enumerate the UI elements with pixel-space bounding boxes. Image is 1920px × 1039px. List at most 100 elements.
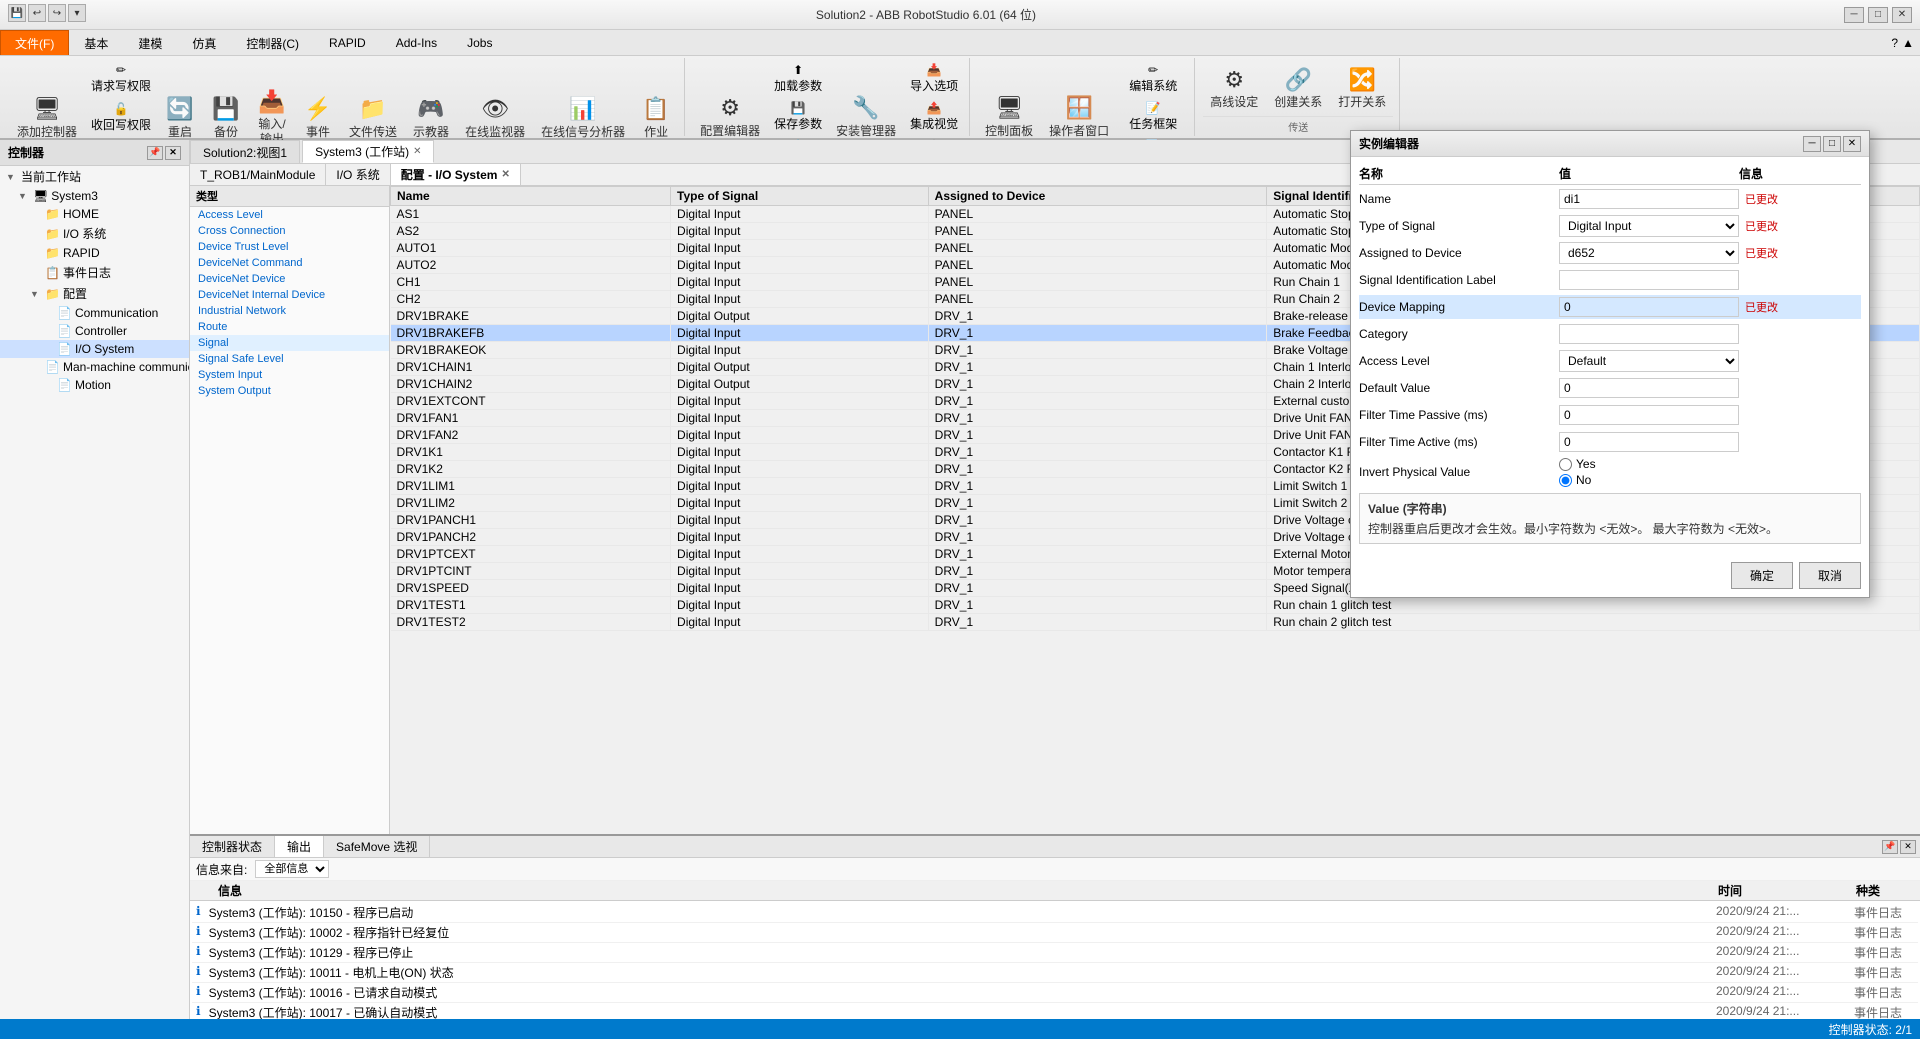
tab-rapid[interactable]: RAPID [314, 30, 381, 55]
dialog-minimize-btn[interactable]: ─ [1803, 136, 1821, 152]
dialog-close-btn[interactable]: ✕ [1843, 136, 1861, 152]
type-signal[interactable]: Signal [190, 335, 389, 351]
tree-home[interactable]: 📁 HOME [0, 205, 189, 223]
monitor-btn[interactable]: 👁 在线监视器 [458, 92, 532, 143]
cancel-button[interactable]: 取消 [1799, 562, 1861, 589]
field-name-input[interactable] [1559, 189, 1739, 209]
undo-quick-btn[interactable]: ↩ [28, 4, 46, 22]
tab-file[interactable]: 文件(F) [0, 30, 69, 55]
ribbon-help[interactable]: ? [1891, 36, 1898, 50]
task-frame-btn[interactable]: 📝 任务框架 [1118, 98, 1188, 135]
type-device-trust-level[interactable]: Device Trust Level [190, 239, 389, 255]
tree-controller[interactable]: 📄 Controller [0, 322, 189, 340]
edit-system-btn[interactable]: ✏ 编辑系统 [1118, 60, 1188, 97]
maximize-btn[interactable]: □ [1868, 7, 1888, 23]
bottom-panel-pin[interactable]: 📌 [1882, 840, 1898, 854]
type-system-input[interactable]: System Input [190, 367, 389, 383]
tree-current-station[interactable]: ▼ 当前工作站 [0, 166, 189, 187]
invert-yes-radio[interactable] [1559, 458, 1572, 471]
sidebar-close-btn[interactable]: ✕ [165, 146, 181, 160]
install-manager-btn[interactable]: 🔧 安装管理器 [829, 91, 903, 142]
sidebar-pin-btn[interactable]: 📌 [147, 146, 163, 160]
tree-man-machine[interactable]: 📄 Man-machine communic [0, 358, 189, 376]
redo-quick-btn[interactable]: ↪ [48, 4, 66, 22]
tree-rapid[interactable]: 📁 RAPID [0, 244, 189, 262]
tree-io-system-config[interactable]: 📄 I/O System [0, 340, 189, 358]
tree-motion[interactable]: 📄 Motion [0, 376, 189, 394]
type-devicenet-command[interactable]: DeviceNet Command [190, 255, 389, 271]
close-btn[interactable]: ✕ [1892, 7, 1912, 23]
dialog-restore-btn[interactable]: □ [1823, 136, 1841, 152]
type-devicenet-internal[interactable]: DeviceNet Internal Device [190, 287, 389, 303]
subtab-io[interactable]: I/O 系统 [326, 164, 390, 185]
tab-solution2-view[interactable]: Solution2:视图1 [190, 140, 300, 163]
bottom-tab-output[interactable]: 输出 [275, 836, 324, 857]
teach-btn[interactable]: 🎮 示教器 [406, 92, 456, 143]
tab-jobs[interactable]: Jobs [452, 30, 507, 55]
type-signal-safe-level[interactable]: Signal Safe Level [190, 351, 389, 367]
save-params-btn[interactable]: 💾 保存参数 [769, 98, 827, 135]
tree-communication[interactable]: 📄 Communication [0, 304, 189, 322]
tab-system3[interactable]: System3 (工作站) ✕ [302, 140, 434, 163]
invert-no-radio[interactable] [1559, 474, 1572, 487]
backup-btn[interactable]: 💾 备份 [204, 92, 248, 143]
tree-config[interactable]: ▼ 📁 配置 [0, 283, 189, 304]
tab-close-icon[interactable]: ✕ [413, 146, 421, 157]
type-cross-connection[interactable]: Cross Connection [190, 223, 389, 239]
tab-simulate[interactable]: 仿真 [177, 30, 231, 55]
request-write-btn[interactable]: ✏ 请求写权限 [86, 60, 156, 97]
signal-analyzer-btn[interactable]: 📊 在线信号分析器 [534, 92, 632, 143]
log-item[interactable]: ℹSystem3 (工作站): 10150 - 程序已启动2020/9/24 2… [192, 903, 1918, 923]
type-devicenet-device[interactable]: DeviceNet Device [190, 271, 389, 287]
create-relation-btn[interactable]: 🔗 创建关系 [1267, 63, 1329, 114]
config-editor-btn[interactable]: ⚙ 配置编辑器 [693, 91, 767, 142]
filter-select[interactable]: 全部信息 [255, 860, 329, 878]
log-item[interactable]: ℹSystem3 (工作站): 10017 - 已确认自动模式2020/9/24… [192, 1003, 1918, 1019]
ok-button[interactable]: 确定 [1731, 562, 1793, 589]
table-row[interactable]: DRV1TEST1Digital InputDRV_1Run chain 1 g… [391, 597, 1920, 614]
operator-window-btn[interactable]: 🪟 操作者窗口 [1042, 91, 1116, 142]
tree-event-log[interactable]: 📋 事件日志 [0, 262, 189, 283]
import-options-btn[interactable]: 📥 导入选项 [905, 60, 963, 97]
integrate-vision-btn[interactable]: 📤 集成视觉 [905, 98, 963, 135]
tree-io-system[interactable]: 📁 I/O 系统 [0, 223, 189, 244]
bottom-panel-close[interactable]: ✕ [1900, 840, 1916, 854]
event-btn[interactable]: ⚡ 事件 [296, 92, 340, 143]
tab-addins[interactable]: Add-Ins [381, 30, 452, 55]
ribbon-minimize[interactable]: ▲ [1902, 36, 1914, 50]
tab-basic[interactable]: 基本 [69, 30, 123, 55]
subtab-io-system-config[interactable]: 配置 - I/O System ✕ [391, 164, 521, 185]
type-access-level[interactable]: Access Level [190, 207, 389, 223]
field-filter-passive-input[interactable] [1559, 405, 1739, 425]
open-relation-btn[interactable]: 🔀 打开关系 [1331, 63, 1393, 114]
subtab-mainmodule[interactable]: T_ROB1/MainModule [190, 164, 326, 185]
log-item[interactable]: ℹSystem3 (工作站): 10129 - 程序已停止2020/9/24 2… [192, 943, 1918, 963]
table-row[interactable]: DRV1TEST2Digital InputDRV_1Run chain 2 g… [391, 614, 1920, 631]
tab-model[interactable]: 建模 [123, 30, 177, 55]
restart-btn[interactable]: 🔄 重启 [158, 92, 202, 143]
log-item[interactable]: ℹSystem3 (工作站): 10016 - 已请求自动模式2020/9/24… [192, 983, 1918, 1003]
job-btn[interactable]: 📋 作业 [634, 92, 678, 143]
type-system-output[interactable]: System Output [190, 383, 389, 399]
field-device-select[interactable]: d652 PANEL DRV_1 [1559, 242, 1739, 264]
subtab-close-icon[interactable]: ✕ [501, 169, 509, 180]
log-item[interactable]: ℹSystem3 (工作站): 10002 - 程序指针已经复位2020/9/2… [192, 923, 1918, 943]
invert-no-option[interactable]: No [1559, 473, 1596, 487]
high-setting-btn[interactable]: ⚙ 高线设定 [1203, 63, 1265, 114]
invert-yes-option[interactable]: Yes [1559, 457, 1596, 471]
field-default-value-input[interactable] [1559, 378, 1739, 398]
control-panel-btn[interactable]: 🖥 控制面板 [978, 91, 1040, 142]
add-controller-btn[interactable]: 🖥 添加控制器 [10, 92, 84, 143]
bottom-tab-controller-status[interactable]: 控制器状态 [190, 836, 275, 857]
return-write-btn[interactable]: 🔓 收回写权限 [86, 99, 156, 136]
save-quick-btn[interactable]: 💾 [8, 4, 26, 22]
field-sig-label-input[interactable] [1559, 270, 1739, 290]
customize-quick-btn[interactable]: ▾ [68, 4, 86, 22]
field-category-input[interactable] [1559, 324, 1739, 344]
load-params-btn[interactable]: ⬆ 加载参数 [769, 60, 827, 97]
field-device-mapping-input[interactable] [1559, 297, 1739, 317]
tab-controller[interactable]: 控制器(C) [231, 30, 314, 55]
field-filter-active-input[interactable] [1559, 432, 1739, 452]
type-industrial-network[interactable]: Industrial Network [190, 303, 389, 319]
tree-system3[interactable]: ▼ 🖥 System3 [0, 187, 189, 205]
